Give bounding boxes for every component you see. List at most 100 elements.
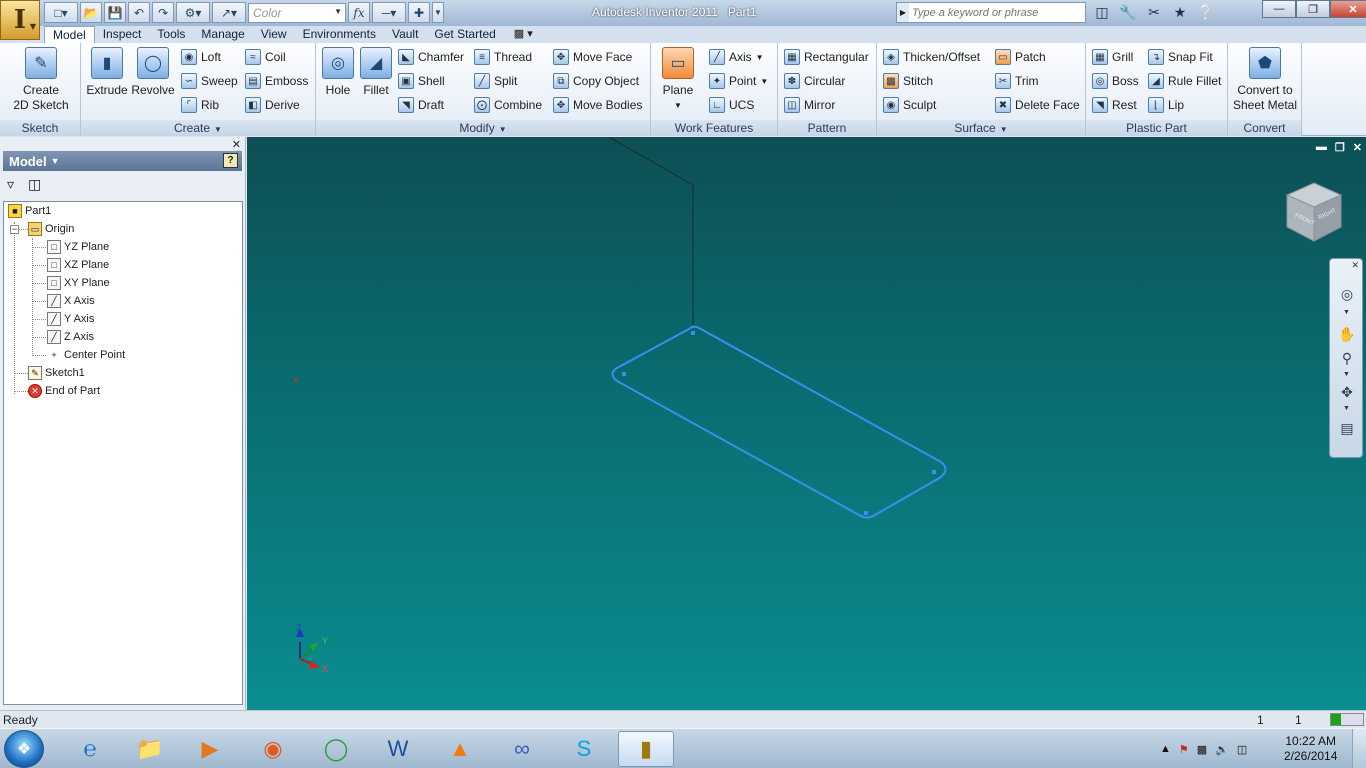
- measure-button[interactable]: ─▾: [372, 2, 406, 23]
- wrench-icon[interactable]: 🔧: [1117, 3, 1139, 22]
- vlc-icon[interactable]: ▲: [432, 731, 488, 767]
- find-binoculars-icon[interactable]: ◫: [28, 176, 41, 193]
- inventor-taskbar-icon[interactable]: ▮: [618, 731, 674, 767]
- tab-environments[interactable]: Environments: [295, 26, 384, 43]
- revolve-button[interactable]: ◯ Revolve: [131, 47, 175, 98]
- customize-qat-button[interactable]: ▼: [432, 2, 444, 23]
- orbit-icon[interactable]: ✥: [1336, 381, 1358, 403]
- move-face-button[interactable]: ✥ Move Face: [553, 47, 632, 67]
- search-expand-icon[interactable]: ▶: [897, 3, 909, 22]
- maximize-button[interactable]: ❐: [1296, 0, 1330, 18]
- add-button[interactable]: ✚: [408, 2, 430, 23]
- show-desktop-button[interactable]: [1352, 729, 1366, 768]
- select-button[interactable]: ↗▾: [212, 2, 246, 23]
- clock[interactable]: 10:22 AM 2/26/2014: [1284, 734, 1337, 764]
- tree-node-end-of-part[interactable]: ✕ End of Part: [28, 382, 100, 400]
- chevron-down-icon[interactable]: ▼: [1343, 405, 1350, 412]
- start-button[interactable]: ❖: [4, 730, 44, 768]
- fx-parameters-button[interactable]: fx: [348, 2, 370, 23]
- fillet-button[interactable]: ◢ Fillet: [358, 47, 394, 98]
- tree-node-sketch1[interactable]: ✎ Sketch1: [28, 364, 85, 382]
- steering-wheel-icon[interactable]: ◎: [1336, 283, 1358, 305]
- tray-expand-icon[interactable]: ▲: [1160, 743, 1171, 755]
- word-icon[interactable]: W: [370, 731, 426, 767]
- loft-button[interactable]: ◉ Loft: [181, 47, 221, 67]
- firefox-icon[interactable]: ◉: [245, 731, 301, 767]
- application-menu-button[interactable]: I ▼: [0, 0, 40, 40]
- sketch-rounded-rectangle[interactable]: [611, 325, 947, 519]
- panel-surface-title[interactable]: Surface ▼: [877, 120, 1085, 136]
- panel-modify-title[interactable]: Modify ▼: [316, 120, 650, 136]
- tree-node-z-axis[interactable]: ╱ Z Axis: [47, 328, 94, 346]
- trim-button[interactable]: ✂ Trim: [995, 71, 1039, 91]
- tab-inspect[interactable]: Inspect: [95, 26, 150, 43]
- undo-button[interactable]: ↶: [128, 2, 150, 23]
- color-dropdown[interactable]: Color ▼: [248, 2, 346, 23]
- redo-button[interactable]: ↷: [152, 2, 174, 23]
- tree-node-yz-plane[interactable]: □ YZ Plane: [47, 238, 109, 256]
- tree-node-xy-plane[interactable]: □ XY Plane: [47, 274, 110, 292]
- lip-button[interactable]: ⌊ Lip: [1148, 95, 1184, 115]
- rib-button[interactable]: ⌜ Rib: [181, 95, 219, 115]
- zoom-icon[interactable]: ⚲: [1336, 347, 1358, 369]
- chevron-down-icon[interactable]: ▼: [1343, 309, 1350, 316]
- tree-node-x-axis[interactable]: ╱ X Axis: [47, 292, 95, 310]
- convert-to-sheet-metal-button[interactable]: ⬟ Convert to Sheet Metal: [1230, 47, 1300, 113]
- emboss-button[interactable]: ▤ Emboss: [245, 71, 308, 91]
- copy-object-button[interactable]: ⧉ Copy Object: [553, 71, 639, 91]
- move-bodies-button[interactable]: ✥ Move Bodies: [553, 95, 642, 115]
- network-warning-icon[interactable]: ⚑: [1179, 743, 1189, 756]
- viewcube[interactable]: FRONT RIGHT: [1285, 181, 1343, 243]
- axis-button[interactable]: ╱ Axis ▼: [709, 47, 764, 67]
- plane-button[interactable]: ▭ Plane ▼: [657, 47, 699, 113]
- sculpt-button[interactable]: ◉ Sculpt: [883, 95, 936, 115]
- tab-manage[interactable]: Manage: [193, 26, 252, 43]
- file-explorer-icon[interactable]: 📁: [122, 731, 178, 767]
- action-center-icon[interactable]: ◫: [1237, 743, 1247, 756]
- mirror-button[interactable]: ◫ Mirror: [784, 95, 835, 115]
- tools-icon[interactable]: ✂: [1143, 3, 1165, 22]
- thicken-offset-button[interactable]: ◈ Thicken/Offset: [883, 47, 980, 67]
- tree-node-part1[interactable]: ■ Part1: [8, 202, 51, 220]
- snap-fit-button[interactable]: ↴ Snap Fit: [1148, 47, 1213, 67]
- signal-icon[interactable]: ▩: [1197, 743, 1207, 756]
- tab-get-started[interactable]: Get Started: [426, 26, 503, 43]
- help-icon[interactable]: ❔: [1195, 3, 1217, 22]
- infinity-app-icon[interactable]: ∞: [494, 731, 550, 767]
- combine-button[interactable]: ⨀ Combine: [474, 95, 542, 115]
- derive-button[interactable]: ◧ Derive: [245, 95, 300, 115]
- tab-view[interactable]: View: [253, 26, 295, 43]
- sweep-button[interactable]: ∽ Sweep: [181, 71, 238, 91]
- new-file-button[interactable]: □▾: [44, 2, 78, 23]
- point-button[interactable]: ✦ Point ▼: [709, 71, 768, 91]
- coil-button[interactable]: ≈ Coil: [245, 47, 286, 67]
- draft-button[interactable]: ◥ Draft: [398, 95, 444, 115]
- volume-icon[interactable]: 🔊: [1215, 743, 1229, 756]
- navbar-close-icon[interactable]: ✕: [1351, 260, 1359, 271]
- hole-button[interactable]: ◎ Hole: [320, 47, 356, 98]
- rule-fillet-button[interactable]: ◢ Rule Fillet: [1148, 71, 1221, 91]
- tree-node-center-point[interactable]: ✦ Center Point: [47, 346, 125, 364]
- tab-tools[interactable]: Tools: [149, 26, 193, 43]
- rest-button[interactable]: ◥ Rest: [1092, 95, 1137, 115]
- patch-button[interactable]: ▭ Patch: [995, 47, 1046, 67]
- shell-button[interactable]: ▣ Shell: [398, 71, 445, 91]
- tree-node-y-axis[interactable]: ╱ Y Axis: [47, 310, 94, 328]
- graphics-window[interactable]: ▬ ❐ ✕ Z Y X FRONT RIGHT ✕ ◎ ▼ ✋ ⚲ ▼ ✥ ▼ …: [247, 137, 1366, 710]
- delete-face-button[interactable]: ✖ Delete Face: [995, 95, 1080, 115]
- help-icon[interactable]: ?: [223, 153, 238, 168]
- tab-vault[interactable]: Vault: [384, 26, 426, 43]
- chamfer-button[interactable]: ◣ Chamfer: [398, 47, 464, 67]
- internet-explorer-icon[interactable]: ℮: [62, 731, 118, 767]
- browser-header[interactable]: Model ▼ ?: [3, 151, 242, 171]
- stitch-button[interactable]: ▩ Stitch: [883, 71, 933, 91]
- ucs-button[interactable]: ∟ UCS: [709, 95, 754, 115]
- panel-create-title[interactable]: Create ▼: [81, 120, 315, 136]
- split-button[interactable]: ╱ Split: [474, 71, 517, 91]
- filter-icon[interactable]: ▿: [7, 176, 14, 193]
- binoculars-icon[interactable]: ◫: [1091, 3, 1113, 22]
- boss-button[interactable]: ◎ Boss: [1092, 71, 1139, 91]
- open-button[interactable]: 📂: [80, 2, 102, 23]
- chrome-icon[interactable]: ◯: [308, 731, 364, 767]
- grill-button[interactable]: ▦ Grill: [1092, 47, 1133, 67]
